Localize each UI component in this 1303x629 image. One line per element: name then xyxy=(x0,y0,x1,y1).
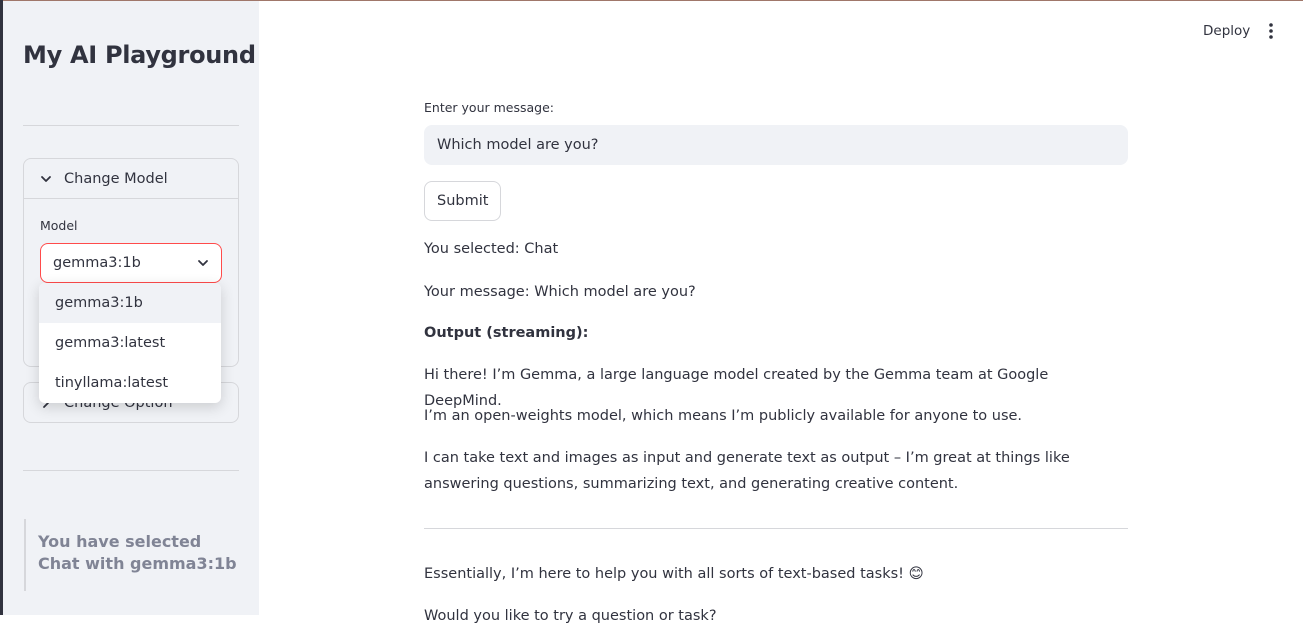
sidebar-divider xyxy=(23,470,239,471)
sidebar-divider xyxy=(23,125,239,126)
model-option[interactable]: gemma3:1b xyxy=(39,283,221,323)
output-line: Would you like to try a question or task… xyxy=(424,608,717,624)
chevron-down-icon xyxy=(41,175,51,182)
chevron-down-icon xyxy=(198,260,208,266)
output-line: I can take text and images as input and … xyxy=(424,450,1070,492)
deploy-button[interactable]: Deploy xyxy=(1193,20,1260,42)
output-heading-text: Output (streaming): xyxy=(424,325,589,341)
selected-mode-text: You selected: Chat xyxy=(424,241,559,257)
more-options-icon[interactable] xyxy=(1262,22,1280,40)
app-title: My AI Playground xyxy=(23,41,256,69)
model-field-label: Model xyxy=(40,218,78,233)
output-line: Essentially, I’m here to help you with a… xyxy=(424,566,924,582)
model-dropdown-menu: gemma3:1b gemma3:latest tinyllama:latest xyxy=(39,283,221,403)
change-model-label: Change Model xyxy=(64,170,168,187)
model-option[interactable]: tinyllama:latest xyxy=(39,363,221,403)
message-input[interactable] xyxy=(424,125,1128,165)
user-message-text: Your message: Which model are you? xyxy=(424,284,696,300)
output-line: I’m an open-weights model, which means I… xyxy=(424,408,1023,424)
change-model-header[interactable]: Change Model xyxy=(24,159,238,198)
output-divider xyxy=(424,528,1128,529)
selection-info: You have selected Chat with gemma3:1b xyxy=(24,519,239,591)
model-select[interactable]: gemma3:1b xyxy=(40,243,222,283)
submit-button[interactable]: Submit xyxy=(424,181,502,221)
model-option[interactable]: gemma3:latest xyxy=(39,323,221,363)
message-input-label: Enter your message: xyxy=(424,100,554,115)
model-select-value: gemma3:1b xyxy=(53,255,141,271)
output-heading: Output (streaming): xyxy=(424,320,1128,346)
